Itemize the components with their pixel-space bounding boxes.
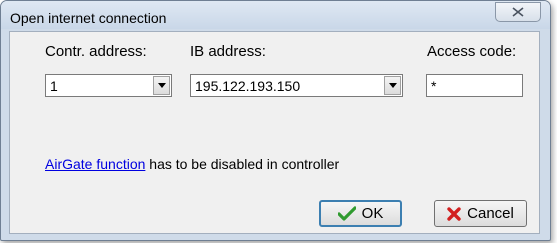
dialog-window: Open internet connection Contr. address:… — [0, 0, 551, 241]
close-button[interactable] — [495, 2, 541, 22]
controller-address-dropdown-button[interactable] — [153, 76, 170, 95]
ib-address-dropdown-button[interactable] — [384, 76, 401, 95]
ib-address-value: 195.122.193.150 — [195, 78, 301, 94]
airgate-note-text: has to be disabled in controller — [149, 156, 340, 172]
access-code-input[interactable] — [426, 74, 523, 97]
window-title: Open internet connection — [10, 10, 167, 26]
controller-address-value: 1 — [50, 78, 58, 94]
title-bar[interactable]: Open internet connection — [1, 1, 550, 29]
close-x-icon — [512, 7, 524, 17]
red-x-icon — [447, 206, 461, 221]
cancel-button-label: Cancel — [467, 205, 514, 222]
airgate-note: AirGate function has to be disabled in c… — [45, 156, 339, 172]
ok-button-label: OK — [361, 205, 384, 222]
cancel-button[interactable]: Cancel — [434, 200, 527, 227]
controller-address-label: Contr. address: — [45, 43, 147, 60]
controller-address-select[interactable]: 1 — [45, 74, 172, 97]
dialog-body: Contr. address: IB address: Access code:… — [9, 31, 540, 234]
chevron-down-icon — [388, 83, 397, 88]
airgate-function-link[interactable]: AirGate function — [45, 156, 145, 172]
chevron-down-icon — [157, 83, 166, 88]
ok-button[interactable]: OK — [319, 200, 402, 227]
ib-address-select[interactable]: 195.122.193.150 — [190, 74, 403, 97]
ib-address-label: IB address: — [190, 43, 266, 60]
access-code-label: Access code: — [427, 43, 517, 60]
checkmark-icon — [337, 206, 356, 221]
